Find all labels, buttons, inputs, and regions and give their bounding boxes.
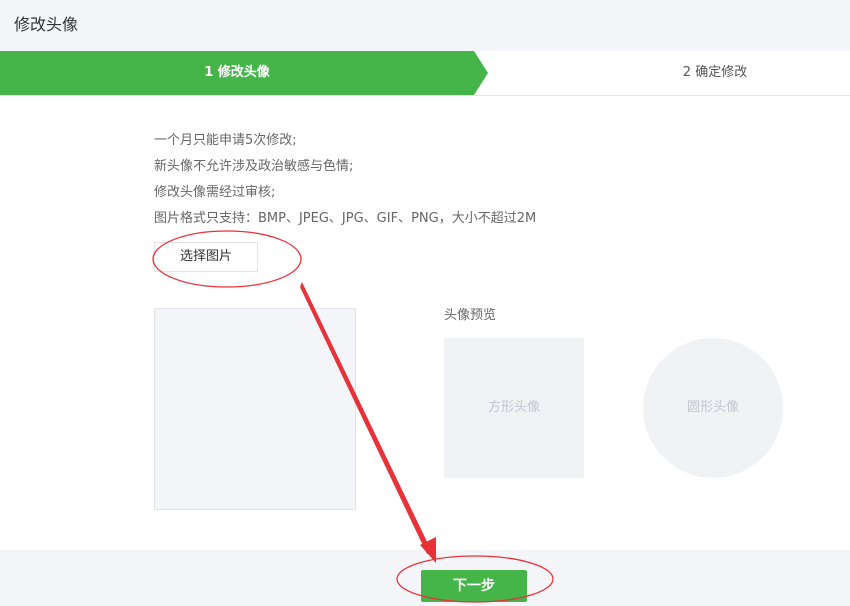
step-progress-bar: 1 修改头像 2 确定修改 — [0, 51, 850, 96]
image-crop-area[interactable] — [154, 308, 356, 510]
avatar-edit-page: 修改头像 1 修改头像 2 确定修改 一个月只能申请5次修改; 新头像不允许涉及… — [0, 0, 850, 606]
step-1-label: 1 修改头像 — [204, 65, 270, 80]
page-title: 修改头像 — [14, 15, 79, 34]
rule-line: 新头像不允许涉及政治敏感与色情; — [154, 159, 354, 174]
circle-avatar-preview: 圆形头像 — [643, 338, 783, 478]
choose-image-button[interactable]: 选择图片 — [154, 242, 258, 272]
rule-line: 修改头像需经过审核; — [154, 185, 276, 200]
next-step-button[interactable]: 下一步 — [421, 570, 527, 602]
step-arrow-icon — [474, 51, 488, 95]
preview-title: 头像预览 — [444, 308, 497, 323]
upload-rules: 一个月只能申请5次修改; 新头像不允许涉及政治敏感与色情; 修改头像需经过审核;… — [154, 128, 536, 232]
rule-line: 一个月只能申请5次修改; — [154, 133, 297, 148]
square-avatar-preview: 方形头像 — [444, 338, 584, 478]
step-2-label: 2 确定修改 — [682, 65, 748, 80]
page-header: 修改头像 — [0, 0, 850, 51]
rule-line: 图片格式只支持：BMP、JPEG、JPG、GIF、PNG，大小不超过2M — [154, 211, 537, 226]
